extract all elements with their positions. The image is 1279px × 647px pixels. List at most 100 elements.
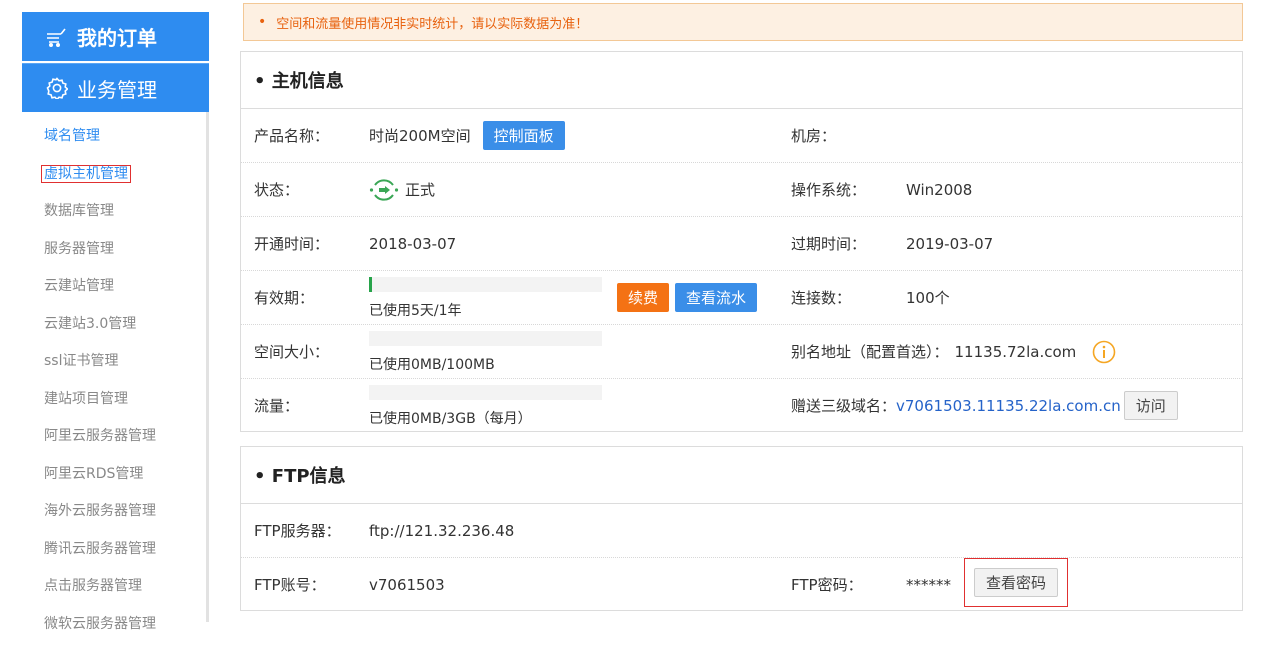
alias-cell: 别名地址（配置首选）： 11135.72la.com <box>791 325 1116 378</box>
sidebar-item-aliyun-server[interactable]: 阿里云服务器管理 <box>44 422 156 460</box>
ftp-server-value: ftp://121.32.236.48 <box>369 504 514 557</box>
sidebar-item-label: 腾讯云服务器管理 <box>44 541 156 557</box>
sidebar-item-label: 虚拟主机管理 <box>41 165 131 183</box>
sidebar-item-label: 建站项目管理 <box>44 391 128 407</box>
ftp-server-label: FTP服务器： <box>254 504 341 557</box>
host-info-title: • 主机信息 <box>241 52 1242 109</box>
sidebar-item-label: 域名管理 <box>44 128 100 144</box>
view-password-button[interactable]: 查看密码 <box>974 568 1058 597</box>
product-value-cell: 时尚200M空间 控制面板 <box>369 109 565 162</box>
validity-row: 有效期： 已使用5天/1年 续费 查看流水 连接数： 100个 <box>241 271 1242 325</box>
space-progress-bar <box>369 331 602 346</box>
running-status-icon <box>369 175 399 205</box>
visit-button[interactable]: 访问 <box>1124 391 1178 420</box>
ftp-info-panel: • FTP信息 FTP服务器： ftp://121.32.236.48 FTP账… <box>240 446 1243 611</box>
open-time-value: 2018-03-07 <box>369 217 456 270</box>
connections-label: 连接数： <box>791 271 851 324</box>
sidebar-item-database[interactable]: 数据库管理 <box>44 197 156 235</box>
os-value: Win2008 <box>906 163 972 216</box>
ftp-server-row: FTP服务器： ftp://121.32.236.48 <box>241 504 1242 558</box>
sidebar-item-aliyun-rds[interactable]: 阿里云RDS管理 <box>44 460 156 498</box>
my-orders-label: 我的订单 <box>77 22 157 51</box>
sidebar-item-label: ssl证书管理 <box>44 353 118 369</box>
sidebar-item-label: 阿里云服务器管理 <box>44 428 156 444</box>
validity-actions: 续费 查看流水 <box>617 271 757 324</box>
business-management-label: 业务管理 <box>77 74 157 103</box>
free-domain-link[interactable]: v7061503.11135.22la.com.cn <box>896 397 1121 415</box>
ftp-account-label: FTP账号： <box>254 558 326 611</box>
room-label: 机房： <box>791 109 836 162</box>
sidebar-item-label: 服务器管理 <box>44 241 114 257</box>
sidebar-item-server[interactable]: 服务器管理 <box>44 235 156 273</box>
traffic-progress: 已使用0MB/3GB（每月） <box>369 385 602 428</box>
sidebar-item-label: 微软云服务器管理 <box>44 616 156 632</box>
traffic-row: 流量： 已使用0MB/3GB（每月） 赠送三级域名： v7061503.1113… <box>241 379 1242 433</box>
expire-time-value: 2019-03-07 <box>906 217 993 270</box>
traffic-progress-bar <box>369 385 602 400</box>
sidebar-item-cloud-site[interactable]: 云建站管理 <box>44 272 156 310</box>
info-icon[interactable] <box>1092 340 1116 364</box>
sidebar-item-label: 数据库管理 <box>44 203 114 219</box>
space-label: 空间大小： <box>254 325 329 378</box>
product-value: 时尚200M空间 <box>369 125 471 146</box>
host-info-panel: • 主机信息 产品名称： 时尚200M空间 控制面板 机房： 状态： 正式 操作… <box>240 51 1243 432</box>
open-time-row: 开通时间： 2018-03-07 过期时间： 2019-03-07 <box>241 217 1242 271</box>
notice-banner: • 空间和流量使用情况非实时统计，请以实际数据为准！ <box>243 3 1243 41</box>
sidebar-item-tencent-server[interactable]: 腾讯云服务器管理 <box>44 535 156 573</box>
sidebar-item-label: 云建站管理 <box>44 278 114 294</box>
free-domain-label: 赠送三级域名： <box>791 395 896 416</box>
validity-label: 有效期： <box>254 271 314 324</box>
view-password-highlight: 查看密码 <box>964 558 1068 607</box>
status-row: 状态： 正式 操作系统： Win2008 <box>241 163 1242 217</box>
space-progress-text: 已使用0MB/100MB <box>369 354 602 374</box>
cart-icon <box>46 26 68 48</box>
renew-button[interactable]: 续费 <box>617 283 669 312</box>
open-time-label: 开通时间： <box>254 217 329 270</box>
sidebar-item-label: 阿里云RDS管理 <box>44 466 143 482</box>
ftp-account-value: v7061503 <box>369 558 445 611</box>
sidebar-item-label: 点击服务器管理 <box>44 578 142 594</box>
validity-progress-text: 已使用5天/1年 <box>369 300 602 320</box>
validity-progress-bar <box>369 277 602 292</box>
control-panel-button[interactable]: 控制面板 <box>483 121 565 150</box>
ftp-password-value: ****** <box>906 558 951 611</box>
product-label: 产品名称： <box>254 109 329 162</box>
sidebar-item-virtual-host[interactable]: 虚拟主机管理 <box>44 160 156 198</box>
business-management-menu[interactable]: 业务管理 <box>22 63 209 112</box>
space-row: 空间大小： 已使用0MB/100MB 别名地址（配置首选）： 11135.72l… <box>241 325 1242 379</box>
notice-bullet: • <box>258 14 266 30</box>
sidebar-item-ssl[interactable]: ssl证书管理 <box>44 347 156 385</box>
sidebar-item-label: 海外云服务器管理 <box>44 503 156 519</box>
alias-label: 别名地址（配置首选）： <box>791 341 949 362</box>
status-value: 正式 <box>405 179 435 200</box>
sidebar-item-cloud-site-3[interactable]: 云建站3.0管理 <box>44 310 156 348</box>
space-progress: 已使用0MB/100MB <box>369 331 602 374</box>
view-flow-button[interactable]: 查看流水 <box>675 283 757 312</box>
sidebar-divider <box>206 112 209 622</box>
product-row: 产品名称： 时尚200M空间 控制面板 机房： <box>241 109 1242 163</box>
status-label: 状态： <box>254 163 299 216</box>
ftp-info-title: • FTP信息 <box>241 447 1242 504</box>
os-label: 操作系统： <box>791 163 866 216</box>
status-value-cell: 正式 <box>369 163 435 216</box>
notice-text: 空间和流量使用情况非实时统计，请以实际数据为准！ <box>276 13 588 32</box>
ftp-password-label: FTP密码： <box>791 558 863 611</box>
sidebar-item-overseas-server[interactable]: 海外云服务器管理 <box>44 497 156 535</box>
sidebar-nav: 域名管理 虚拟主机管理 数据库管理 服务器管理 云建站管理 云建站3.0管理 s… <box>44 122 156 647</box>
sidebar-item-click-server[interactable]: 点击服务器管理 <box>44 572 156 610</box>
connections-value: 100个 <box>906 271 950 324</box>
my-orders-menu[interactable]: 我的订单 <box>22 12 209 61</box>
sidebar-item-azure-server[interactable]: 微软云服务器管理 <box>44 610 156 647</box>
traffic-progress-text: 已使用0MB/3GB（每月） <box>369 408 602 428</box>
validity-progress: 已使用5天/1年 <box>369 277 602 320</box>
expire-time-label: 过期时间： <box>791 217 866 270</box>
validity-progress-fill <box>369 277 372 292</box>
ftp-account-row: FTP账号： v7061503 FTP密码： ****** 查看密码 <box>241 558 1242 612</box>
traffic-label: 流量： <box>254 379 299 432</box>
gear-icon <box>46 77 68 99</box>
sidebar-item-domain[interactable]: 域名管理 <box>44 122 156 160</box>
sidebar-item-site-project[interactable]: 建站项目管理 <box>44 385 156 423</box>
sidebar-item-label: 云建站3.0管理 <box>44 316 136 332</box>
free-domain-cell: 赠送三级域名： v7061503.11135.22la.com.cn 访问 <box>791 379 1178 432</box>
alias-value: 11135.72la.com <box>955 343 1077 361</box>
